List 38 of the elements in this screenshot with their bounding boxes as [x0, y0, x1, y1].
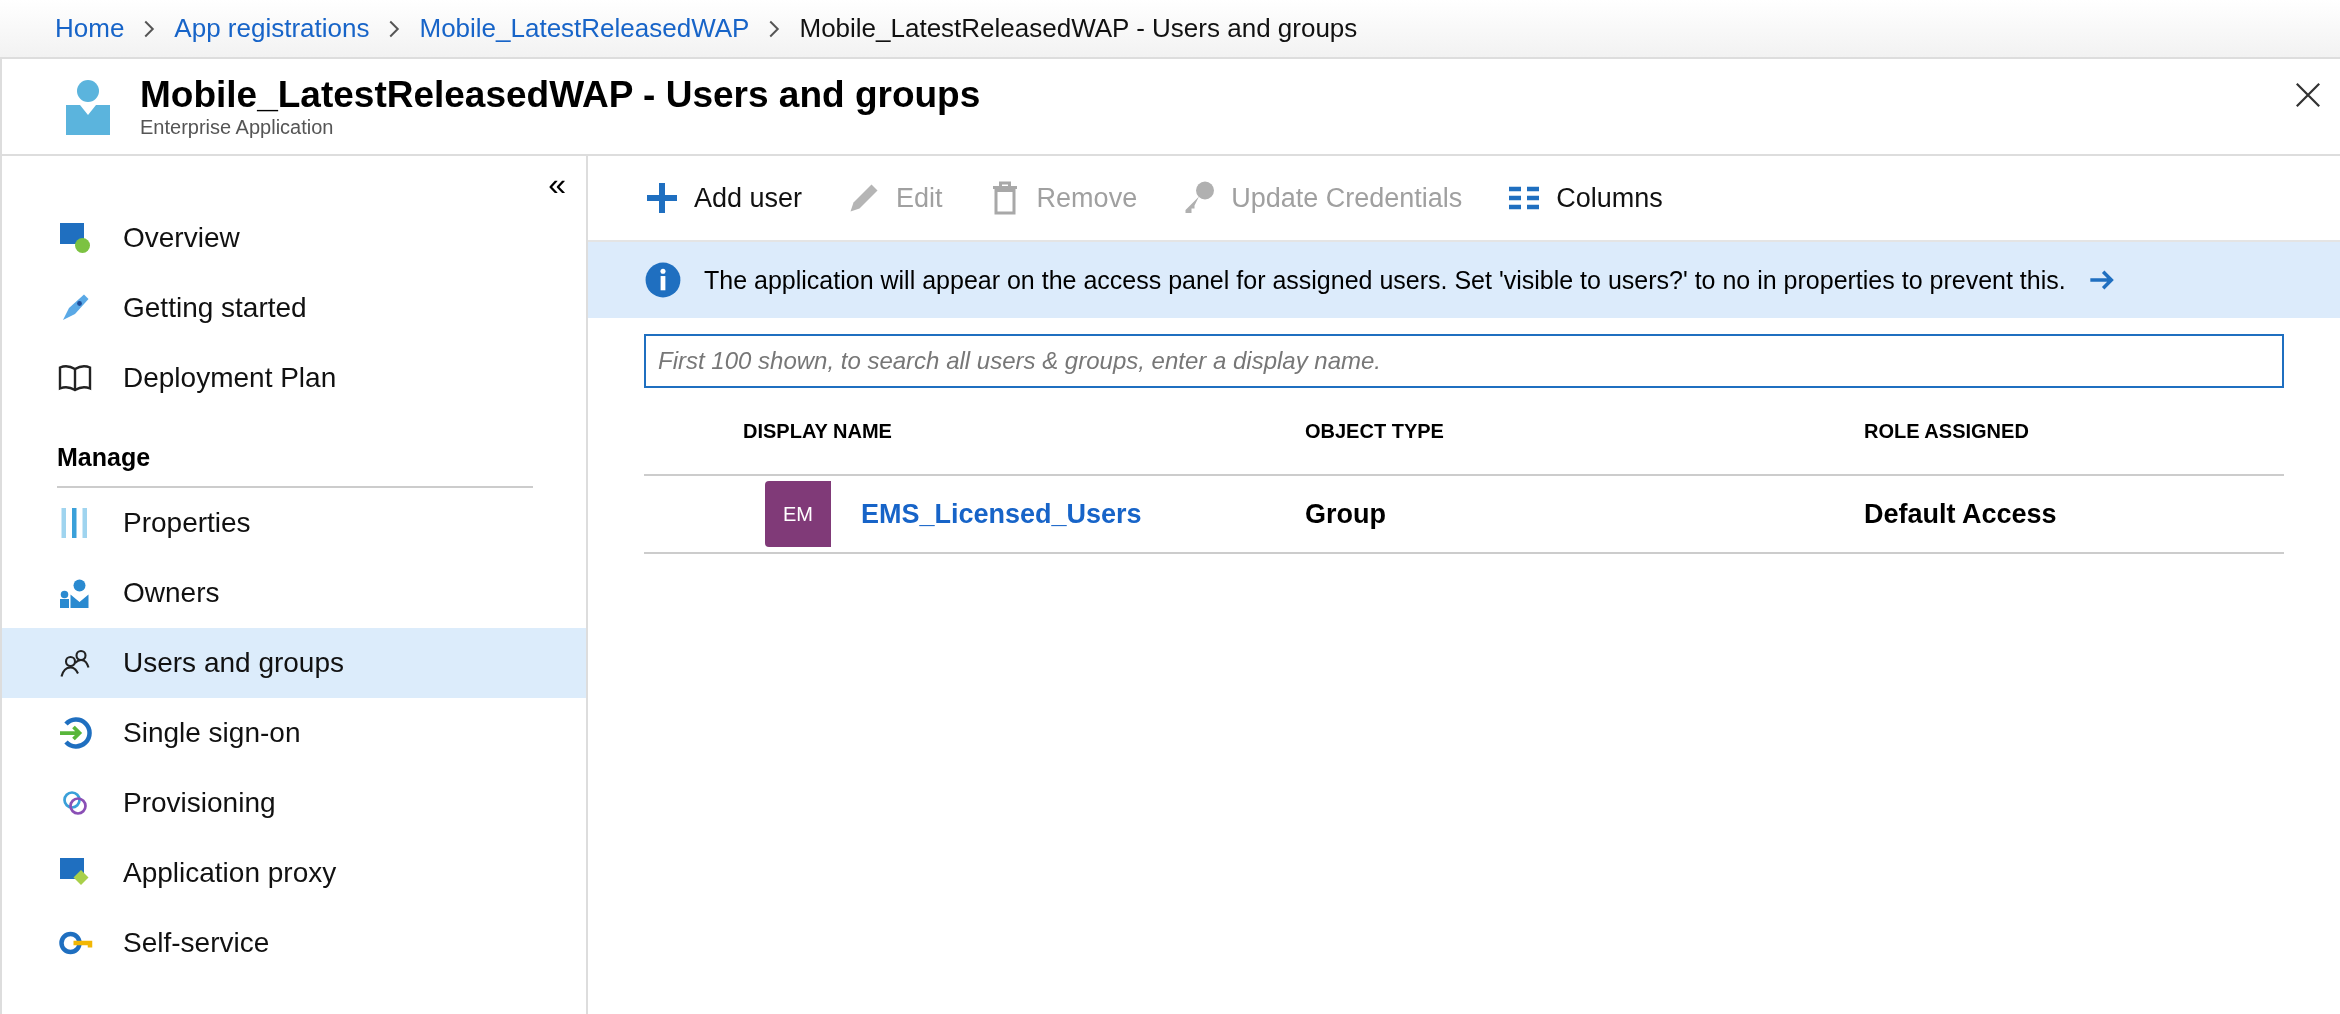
column-header: DISPLAY NAME	[743, 419, 893, 443]
sidebar-item[interactable]: Properties	[2, 488, 586, 558]
sidebar-item[interactable]: Single sign-on	[2, 698, 586, 768]
breadcrumb-text: Mobile_LatestReleasedWAP - Users and groups	[799, 13, 1358, 44]
sidebar-item[interactable]: Users and groups	[2, 628, 586, 698]
section-heading: Manage	[57, 443, 533, 488]
breadcrumb-link[interactable]: Home	[55, 13, 125, 44]
group-avatar: EM	[765, 481, 831, 547]
column-header: OBJECT TYPE	[1305, 419, 1445, 443]
sidebar-item[interactable]: Overview	[2, 203, 586, 273]
column-header: ROLE ASSIGNED	[1864, 419, 2030, 443]
sidebar-item[interactable]: Self-service	[2, 908, 586, 978]
page-title: Mobile_LatestReleasedWAP - Users and groups	[140, 73, 981, 117]
close-icon	[2294, 81, 2322, 109]
user-icon	[64, 78, 112, 135]
grid-icon	[57, 220, 93, 256]
sidebar-item[interactable]: Provisioning	[2, 768, 586, 838]
chevron-right-icon	[142, 18, 157, 39]
table-cell-text: Default Access	[1864, 498, 2058, 530]
toolbar-button[interactable]: Add user	[644, 180, 803, 216]
banner-text: The application will appear on the access panel for assigned users. Set 'visible to users?' to no in properties to prevent this.	[704, 265, 2066, 295]
plus-icon	[644, 180, 680, 216]
breadcrumb-link[interactable]: Mobile_LatestReleasedWAP	[419, 13, 750, 44]
toolbar-button[interactable]: Columns	[1506, 180, 1663, 216]
sidebar-item[interactable]: Owners	[2, 558, 586, 628]
page-subtitle: Enterprise Application	[140, 116, 335, 140]
sidebar-item[interactable]: Application proxy	[2, 838, 586, 908]
breadcrumb-link[interactable]: App registrations	[174, 13, 370, 44]
chevron-right-icon	[387, 18, 402, 39]
chevron-right-icon	[767, 18, 782, 39]
collapse-button[interactable]: «	[542, 166, 572, 203]
sign-in-icon	[57, 715, 93, 751]
sidebar-item[interactable]: Getting started	[2, 273, 586, 343]
table-cell-text: Group	[1305, 498, 1387, 530]
group-name-link[interactable]: EMS_Licensed_Users	[861, 498, 1142, 530]
sidebar-item[interactable]: Deployment Plan	[2, 343, 586, 413]
search-field[interactable]: First 100 shown, to search all users & groups, enter a display name.	[644, 334, 2284, 388]
info-icon	[644, 261, 682, 299]
